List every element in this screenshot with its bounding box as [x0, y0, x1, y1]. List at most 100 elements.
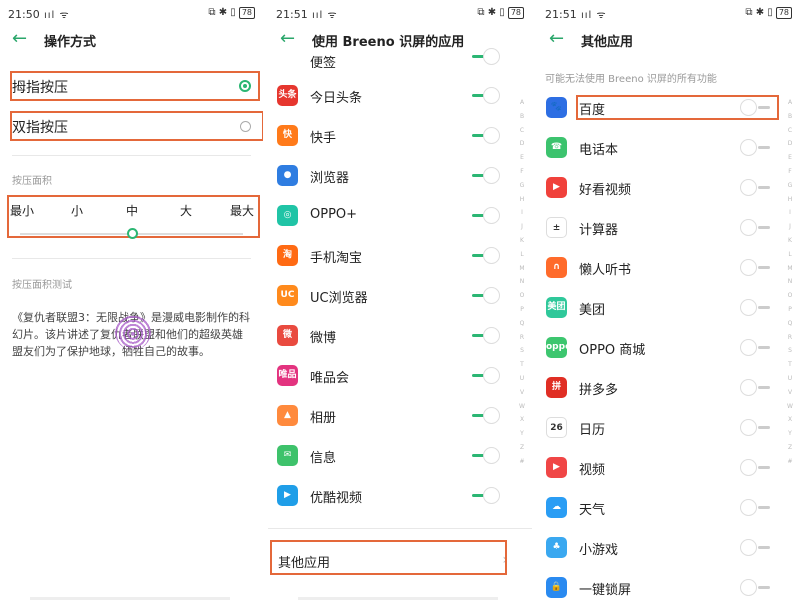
toggle-off[interactable]: [740, 499, 770, 516]
list-item[interactable]: 唯品 唯品会: [268, 357, 532, 397]
alphabet-index[interactable]: A B C D E F G H I J K L M N O P Q R S T U V W X Y Z #: [518, 96, 526, 469]
toggle-on[interactable]: [472, 447, 500, 464]
alphabet-index-letter[interactable]: W: [518, 400, 526, 414]
toggle-off[interactable]: [740, 259, 770, 276]
list-item[interactable]: ▶ 好看视频: [537, 169, 800, 209]
alphabet-index-letter[interactable]: C: [518, 124, 526, 138]
toggle-on[interactable]: [472, 127, 500, 144]
alphabet-index-letter[interactable]: K: [786, 234, 794, 248]
alphabet-index-letter[interactable]: G: [786, 179, 794, 193]
list-item[interactable]: ± 计算器: [537, 209, 800, 249]
alphabet-index-letter[interactable]: I: [786, 206, 794, 220]
list-item[interactable]: ∩ 懒人听书: [537, 249, 800, 289]
list-item[interactable]: 美团 美团: [537, 289, 800, 329]
toggle-on[interactable]: [472, 327, 500, 344]
alphabet-index-letter[interactable]: A: [786, 96, 794, 110]
list-item[interactable]: ♣ 小游戏: [537, 529, 800, 569]
radio-selected-icon[interactable]: [239, 80, 251, 92]
alphabet-index-letter[interactable]: D: [786, 137, 794, 151]
alphabet-index-letter[interactable]: T: [786, 358, 794, 372]
alphabet-index-letter[interactable]: #: [786, 455, 794, 469]
list-item[interactable]: ☁ 天气: [537, 489, 800, 529]
list-item[interactable]: 拼拼多多: [537, 369, 800, 409]
alphabet-index-letter[interactable]: F: [786, 165, 794, 179]
alphabet-index-letter[interactable]: H: [518, 193, 526, 207]
alphabet-index-letter[interactable]: O: [786, 289, 794, 303]
alphabet-index-letter[interactable]: Z: [518, 441, 526, 455]
toggle-on[interactable]: [472, 167, 500, 184]
alphabet-index-letter[interactable]: R: [518, 331, 526, 345]
alphabet-index-letter[interactable]: Z: [786, 441, 794, 455]
alphabet-index-letter[interactable]: V: [786, 386, 794, 400]
alphabet-index-letter[interactable]: Y: [786, 427, 794, 441]
toggle-off[interactable]: [740, 139, 770, 156]
list-item[interactable]: ◎ OPPO+: [268, 197, 532, 237]
alphabet-index-letter[interactable]: M: [786, 262, 794, 276]
alphabet-index-letter[interactable]: W: [786, 400, 794, 414]
list-item[interactable]: 微微博: [268, 317, 532, 357]
list-item[interactable]: ▶ 视频: [537, 449, 800, 489]
alphabet-index-letter[interactable]: S: [518, 344, 526, 358]
list-item[interactable]: 快快手: [268, 117, 532, 157]
alphabet-index-letter[interactable]: C: [786, 124, 794, 138]
radio-unselected-icon[interactable]: [240, 121, 251, 132]
alphabet-index-letter[interactable]: E: [518, 151, 526, 165]
alphabet-index-letter[interactable]: B: [518, 110, 526, 124]
alphabet-index-letter[interactable]: R: [786, 331, 794, 345]
alphabet-index-letter[interactable]: U: [786, 372, 794, 386]
alphabet-index-letter[interactable]: D: [518, 137, 526, 151]
alphabet-index-letter[interactable]: O: [518, 289, 526, 303]
alphabet-index-letter[interactable]: #: [518, 455, 526, 469]
alphabet-index-letter[interactable]: J: [518, 220, 526, 234]
list-item[interactable]: UC UC浏览器: [268, 277, 532, 317]
back-arrow-icon[interactable]: ←: [12, 29, 27, 49]
alphabet-index-letter[interactable]: I: [518, 206, 526, 220]
list-item[interactable]: 头条 今日头条: [268, 77, 532, 117]
alphabet-index-letter[interactable]: G: [518, 179, 526, 193]
alphabet-index-letter[interactable]: Q: [518, 317, 526, 331]
alphabet-index-letter[interactable]: S: [786, 344, 794, 358]
toggle-on[interactable]: [472, 207, 500, 224]
alphabet-index-letter[interactable]: Q: [786, 317, 794, 331]
toggle-on[interactable]: [472, 367, 500, 384]
list-item-partial[interactable]: 便签: [268, 40, 532, 68]
toggle-off[interactable]: [740, 379, 770, 396]
toggle-off[interactable]: [740, 299, 770, 316]
alphabet-index-letter[interactable]: H: [786, 193, 794, 207]
list-item[interactable]: 淘手机淘宝: [268, 237, 532, 277]
alphabet-index-letter[interactable]: F: [518, 165, 526, 179]
alphabet-index-letter[interactable]: L: [786, 248, 794, 262]
alphabet-index-letter[interactable]: T: [518, 358, 526, 372]
alphabet-index-letter[interactable]: N: [786, 275, 794, 289]
alphabet-index-letter[interactable]: X: [786, 413, 794, 427]
alphabet-index-letter[interactable]: P: [518, 303, 526, 317]
option-thumb-press[interactable]: 拇指按压: [12, 77, 68, 97]
alphabet-index-letter[interactable]: X: [518, 413, 526, 427]
alphabet-index[interactable]: A B C D E F G H I J K L M N O P Q R S T U V W X Y Z #: [786, 96, 794, 469]
option-two-finger-press[interactable]: 双指按压: [12, 117, 68, 137]
list-item[interactable]: ☎ 电话本: [537, 129, 800, 169]
toggle-off[interactable]: [740, 539, 770, 556]
toggle-on[interactable]: [472, 407, 500, 424]
alphabet-index-letter[interactable]: L: [518, 248, 526, 262]
back-arrow-icon[interactable]: ←: [549, 29, 564, 49]
alphabet-index-letter[interactable]: A: [518, 96, 526, 110]
toggle-off[interactable]: [740, 579, 770, 596]
list-item[interactable]: 26 日历: [537, 409, 800, 449]
alphabet-index-letter[interactable]: K: [518, 234, 526, 248]
list-item[interactable]: oppo OPPO 商城: [537, 329, 800, 369]
toggle-off[interactable]: [740, 179, 770, 196]
alphabet-index-letter[interactable]: P: [786, 303, 794, 317]
toggle-off[interactable]: [740, 459, 770, 476]
alphabet-index-letter[interactable]: V: [518, 386, 526, 400]
alphabet-index-letter[interactable]: B: [786, 110, 794, 124]
alphabet-index-letter[interactable]: U: [518, 372, 526, 386]
toggle-on[interactable]: [472, 247, 500, 264]
toggle-on[interactable]: [472, 487, 500, 504]
alphabet-index-letter[interactable]: N: [518, 275, 526, 289]
list-item[interactable]: ▲ 相册: [268, 397, 532, 437]
toggle-on[interactable]: [472, 287, 500, 304]
toggle-off[interactable]: [740, 219, 770, 236]
alphabet-index-letter[interactable]: M: [518, 262, 526, 276]
list-item[interactable]: ▶ 优酷视频: [268, 477, 532, 517]
